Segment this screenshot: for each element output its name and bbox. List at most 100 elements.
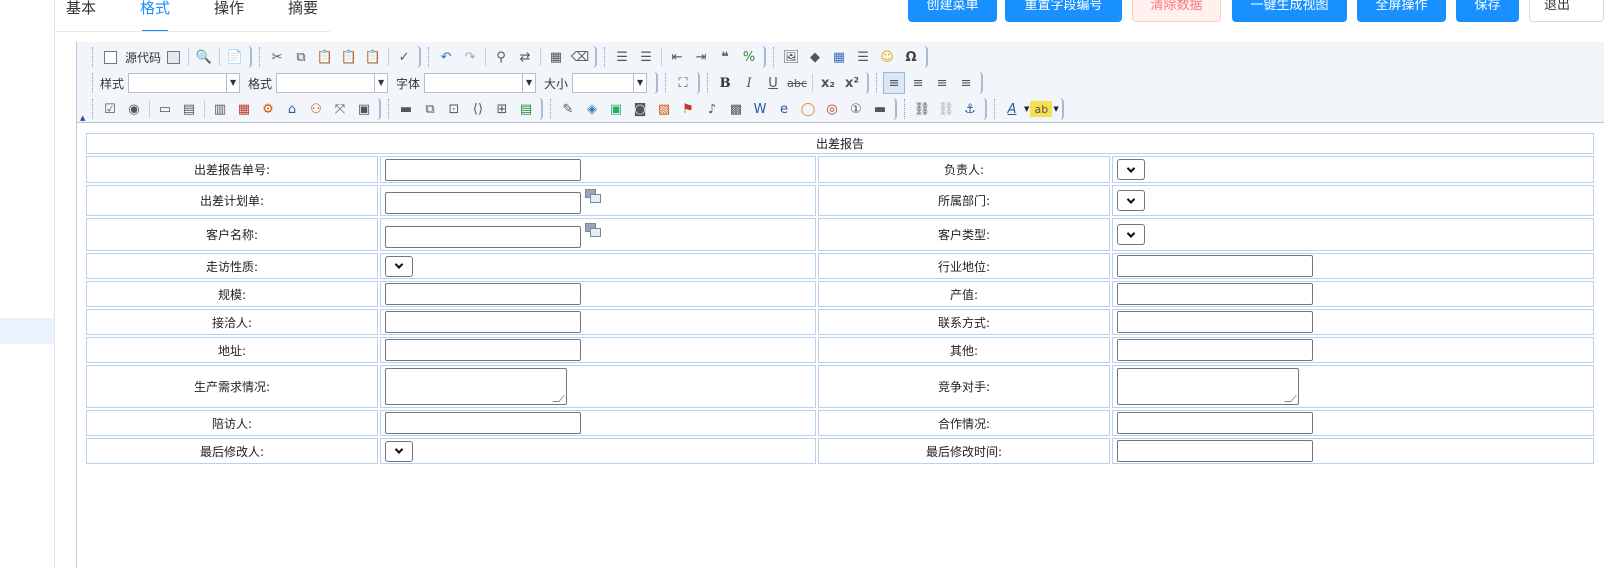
list-field-icon[interactable]: ▥	[209, 98, 231, 120]
save-doc-icon[interactable]	[162, 46, 184, 68]
customer-name-input[interactable]	[385, 225, 581, 248]
toolbar-grip[interactable]	[92, 47, 95, 67]
address-input[interactable]	[385, 339, 581, 361]
date-field-icon[interactable]: ▦	[233, 98, 255, 120]
format-select[interactable]: ▼	[276, 73, 389, 93]
number-field-icon[interactable]: ①	[845, 98, 867, 120]
toolbar-grip[interactable]	[773, 47, 776, 67]
toolbar-grip[interactable]	[904, 99, 907, 119]
anchor-icon[interactable]: ⚓	[959, 98, 981, 120]
last-modified-time-input[interactable]	[1117, 440, 1313, 462]
blockquote-icon[interactable]: ❝	[714, 46, 736, 68]
separator-bar-icon[interactable]: ▬	[869, 98, 891, 120]
department-field-icon[interactable]: ⌂	[281, 98, 303, 120]
toolbar-grip[interactable]	[259, 47, 262, 67]
contact-person-input[interactable]	[385, 311, 581, 333]
paste-word-icon[interactable]: 📋	[362, 46, 384, 68]
toolbar-grip[interactable]	[92, 99, 95, 119]
align-center-icon[interactable]: ≡	[907, 72, 929, 94]
image-icon[interactable]: 🖼	[780, 46, 802, 68]
ie-icon[interactable]: e	[773, 98, 795, 120]
person-in-charge-select[interactable]	[1117, 159, 1145, 180]
line-field-icon[interactable]: ▬	[395, 98, 417, 120]
code-icon[interactable]: ⟨⟩	[467, 98, 489, 120]
toolbar-grip[interactable]	[876, 73, 879, 93]
text-field-icon[interactable]: ▭	[154, 98, 176, 120]
picture-field-icon[interactable]: ▣	[605, 98, 627, 120]
camera-icon[interactable]: ◙	[629, 98, 651, 120]
align-justify-icon[interactable]: ≡	[955, 72, 977, 94]
scale-input[interactable]	[385, 283, 581, 305]
left-nav-active-item[interactable]	[0, 318, 54, 344]
macro-field-icon[interactable]: ⚙	[257, 98, 279, 120]
font-select[interactable]: ▼	[424, 73, 537, 93]
toolbar-grip[interactable]	[665, 73, 668, 93]
align-left-icon[interactable]: ≡	[883, 72, 906, 94]
unlink-icon[interactable]: ⛓	[935, 98, 957, 120]
copy-icon[interactable]: ⧉	[290, 46, 312, 68]
cut-icon[interactable]: ✂	[266, 46, 288, 68]
select-all-icon[interactable]: ▦	[545, 46, 567, 68]
tab-format[interactable]: 格式	[129, 0, 181, 32]
special-char-icon[interactable]: Ω	[900, 46, 922, 68]
zoom-field-icon[interactable]: ⊞	[491, 98, 513, 120]
radio-field-icon[interactable]: ◉	[123, 98, 145, 120]
picker-icon[interactable]	[584, 222, 602, 239]
outdent-icon[interactable]: ⇤	[666, 46, 688, 68]
paste-text-icon[interactable]: 📋	[338, 46, 360, 68]
checkbox-field-icon[interactable]: ☑	[99, 98, 121, 120]
exit-button[interactable]: 退出	[1529, 0, 1604, 22]
merge-cell-icon[interactable]: ⊡	[443, 98, 465, 120]
toolbar-grip[interactable]	[92, 73, 95, 93]
underline-icon[interactable]: U	[762, 72, 784, 94]
size-select[interactable]: ▼	[572, 73, 648, 93]
production-demand-textarea[interactable]	[385, 368, 567, 405]
toolbar-grip[interactable]	[388, 99, 391, 119]
chevron-down-icon[interactable]: ▼	[1024, 105, 1029, 113]
style-select[interactable]: ▼	[128, 73, 241, 93]
save-button[interactable]: 保存	[1456, 0, 1519, 22]
list-view-icon[interactable]: ▤	[515, 98, 537, 120]
record-icon[interactable]: ◎	[821, 98, 843, 120]
table-icon[interactable]: ▦	[828, 46, 850, 68]
horizontal-rule-icon[interactable]: ☰	[852, 46, 874, 68]
clear-data-button[interactable]: 清除数据	[1132, 0, 1221, 22]
word-doc-icon[interactable]: W	[749, 98, 771, 120]
visit-nature-select[interactable]	[385, 255, 413, 277]
picker-icon[interactable]	[584, 188, 602, 205]
industry-position-input[interactable]	[1117, 255, 1313, 277]
maximize-icon[interactable]: ⛶	[672, 72, 694, 94]
toolbar-grip[interactable]	[604, 47, 607, 67]
output-value-input[interactable]	[1117, 283, 1313, 305]
align-right-icon[interactable]: ≡	[931, 72, 953, 94]
toolbar-grip[interactable]	[994, 99, 997, 119]
map-marker-icon[interactable]: ⚑	[677, 98, 699, 120]
fullscreen-button[interactable]: 全屏操作	[1357, 0, 1446, 22]
trip-plan-input[interactable]	[385, 191, 581, 214]
undo-icon[interactable]: ↶	[435, 46, 457, 68]
find-icon[interactable]: ⚲	[490, 46, 512, 68]
customer-type-select[interactable]	[1117, 224, 1145, 245]
subscript-icon[interactable]: x₂	[817, 72, 839, 94]
user-select-icon[interactable]: ⚇	[305, 98, 327, 120]
layers-icon[interactable]: ◈	[581, 98, 603, 120]
generate-view-button[interactable]: 一键生成视图	[1232, 0, 1347, 22]
indent-icon[interactable]: ⇥	[690, 46, 712, 68]
last-modifier-select[interactable]	[385, 440, 413, 462]
font-color-icon[interactable]: A	[1001, 98, 1023, 120]
superscript-icon[interactable]: x²	[841, 72, 863, 94]
source-button-label[interactable]: 源代码	[125, 49, 161, 66]
highlight-color-icon[interactable]: ab	[1030, 101, 1053, 117]
contact-info-input[interactable]	[1117, 311, 1313, 333]
split-cell-icon[interactable]: ⧉	[419, 98, 441, 120]
other-input[interactable]	[1117, 339, 1313, 361]
preview-icon[interactable]: 🔍	[193, 46, 215, 68]
toolbar-grip[interactable]	[550, 99, 553, 119]
italic-icon[interactable]: I	[738, 72, 760, 94]
redo-icon[interactable]: ↷	[459, 46, 481, 68]
reset-field-number-button[interactable]: 重置字段编号	[1005, 0, 1122, 22]
color-wheel-icon[interactable]: ◯	[797, 98, 819, 120]
editor-content[interactable]: 出差报告 出差报告单号: 负责人: 出差计划单: 所属部门: 客户名称: 客户类…	[77, 124, 1604, 568]
flash-icon[interactable]: ◆	[804, 46, 826, 68]
tab-basic[interactable]: 基本	[55, 0, 107, 32]
